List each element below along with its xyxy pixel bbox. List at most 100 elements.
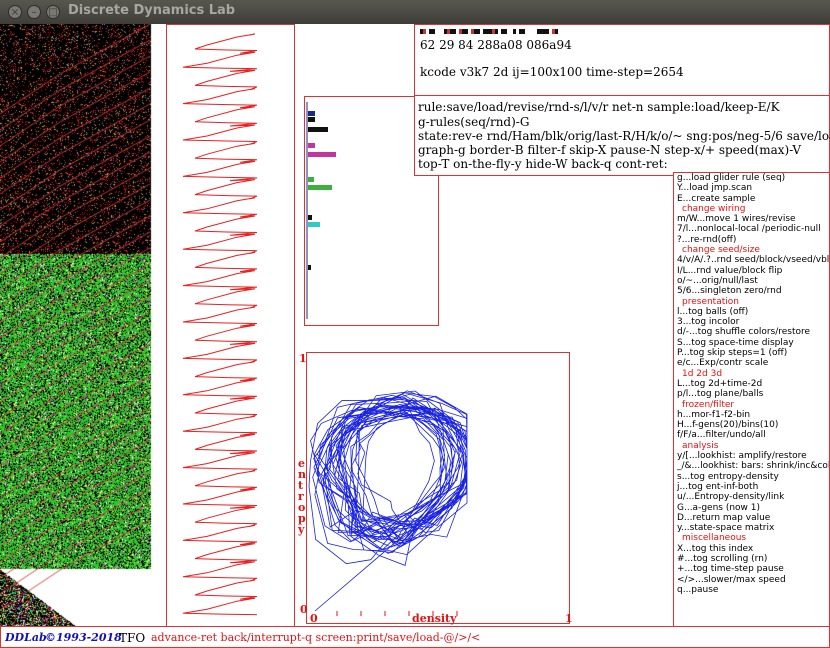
prompt-line: graph-g border-B filter-f skip-X pause-N… [418,143,802,157]
menu-item[interactable]: u/...Entropy-density/link [674,492,829,502]
menu-item[interactable]: E...create sample [674,194,829,204]
menu-item[interactable]: 4/v/A/.?..rnd seed/block/vseed/vblock [674,255,829,265]
rule-bit [522,29,525,34]
close-button[interactable]: × [8,5,22,19]
rule-bit [552,29,555,34]
menu-item[interactable]: h...mor-f1-f2-bin [674,410,829,420]
space-time-pattern [0,24,165,626]
rule-bit [513,29,516,34]
prompt-line: state:rev-e rnd/Ham/blk/orig/last-R/H/k/… [418,129,830,143]
x-axis-label: density [412,612,457,625]
histogram-bar [308,127,328,132]
trajectory-line [308,390,468,612]
rule-bit [519,29,522,34]
maximize-button[interactable]: □ [46,5,60,19]
prompt-line: top-T on-the-fly-y hide-W back-q cont-re… [418,157,668,171]
rule-bit [453,29,456,34]
menu-item[interactable]: G...a-gens (now 1) [674,503,829,513]
menu-section-header: change wiring [682,203,746,214]
status-bar: DDLab ©1993-2018 TFO advance-ret back/in… [0,626,830,648]
rule-bit [540,29,543,34]
rule-bit [423,29,426,34]
menu-item[interactable]: S...tog space-time display [674,338,829,348]
prompt-line: g-rules(seq/rnd)-G [418,115,530,129]
rule-info-box: 62 29 84 288a08 086a94 kcode v3k7 2d ij=… [414,24,830,96]
menu-item[interactable]: _/&...lookhist: bars: shrink/inc&col [674,461,829,471]
rule-bit [462,29,465,34]
menu-item[interactable]: 3...tog incolor [674,317,829,327]
minimize-button[interactable]: – [27,5,41,19]
rule-bit [420,29,423,34]
rule-bit [450,29,453,34]
menu-section-header: change seed/size [682,245,760,256]
rule-bit [504,29,507,34]
menu-item[interactable]: m/W...move 1 wires/revise [674,214,829,224]
window-titlebar[interactable]: × – □ Discrete Dynamics Lab [0,0,830,24]
menu-item[interactable]: #...tog scrolling (rn) [674,554,829,564]
x-axis-max: 1 [565,612,573,625]
entropy-pulse-panel [166,24,295,627]
rule-bit [483,29,486,34]
menu-item[interactable]: y...state-space matrix [674,523,829,533]
menu-item[interactable]: +...tog time-step pause [674,564,829,574]
menu-item[interactable]: Y...load jmp.scan [674,183,829,193]
menu-section-header: 1d 2d 3d [682,368,723,379]
command-prompt-box[interactable]: rule:save/load/revise/rnd-s/l/v/r net-n … [414,95,830,176]
menu-section-header: frozen/filter [682,399,735,410]
histogram-bar [308,265,311,270]
menu-item[interactable]: X...tog this index [674,544,829,554]
menu-item[interactable]: s...tog entropy-density [674,472,829,482]
menu-item[interactable]: y/[...lookhist: amplify/restore [674,451,829,461]
histogram-bar [308,185,332,190]
menu-item[interactable]: e/c...Exp/contr scale [674,358,829,368]
rule-bit [486,29,489,34]
copyright-text: ©1993-2018 [45,631,122,644]
menu-item[interactable]: 7/l...nonlocal-local /periodic-null [674,224,829,234]
rule-bit [474,29,477,34]
histogram-bar [308,143,315,148]
kcode-hex: 62 29 84 288a08 086a94 [420,38,572,52]
ddlab-brand: DDLab [5,631,47,644]
histogram-bar [308,215,312,220]
rule-bit [429,29,432,34]
entropy-pulse-trace [182,33,258,616]
menu-item[interactable]: p/l...tog plane/balls [674,389,829,399]
menu-item[interactable]: L...tog 2d+time-2d [674,379,829,389]
menu-item[interactable]: o/~...orig/null/last [674,276,829,286]
rule-bit [543,29,546,34]
entropy-density-trajectory [308,390,468,616]
window-title: Discrete Dynamics Lab [68,3,236,18]
rule-bit [501,29,504,34]
y-axis-max: 1 [299,352,307,365]
rule-bit [432,29,435,34]
rule-bit [447,29,450,34]
rule-bit [459,29,462,34]
rule-bit [495,29,498,34]
menu-item[interactable]: f/F/a...filter/undo/all [674,430,829,440]
y-axis-label: entropy [298,457,306,536]
menu-item[interactable]: </>...slower/max speed [674,575,829,585]
menu-item[interactable]: d/-...tog shuffle colors/restore [674,327,829,337]
rule-bit [492,29,495,34]
rule-bit [537,29,540,34]
menu-item[interactable]: q...pause [674,585,829,595]
entropy-pulse-line [182,33,258,616]
menu-item[interactable]: g...load glider rule (seq) [674,173,829,183]
menu-item[interactable]: j...tog ent-inf-both [674,482,829,492]
menu-item[interactable]: l...tog balls (off) [674,307,829,317]
rule-bit [444,29,447,34]
menu-item[interactable]: I/L...rnd value/block flip [674,266,829,276]
menu-item[interactable]: ?...re-rnd(off) [674,235,829,245]
rule-bit-strip [420,29,558,34]
menu-item[interactable]: D...return map value [674,513,829,523]
histogram-bar [308,177,314,182]
rule-bit [477,29,480,34]
menu-item[interactable]: P...tog skip steps=1 (off) [674,348,829,358]
status-instructions: advance-ret back/interrupt-q screen:prin… [151,631,481,644]
histogram-bar [308,152,336,157]
menu-section-header: miscellaneous [682,533,747,544]
rule-bit [489,29,492,34]
menu-item[interactable]: H...f-gens(20)/bins(10) [674,420,829,430]
menu-item[interactable]: 5/6...singleton zero/rnd [674,286,829,296]
x-axis-min: 0 [310,612,318,625]
